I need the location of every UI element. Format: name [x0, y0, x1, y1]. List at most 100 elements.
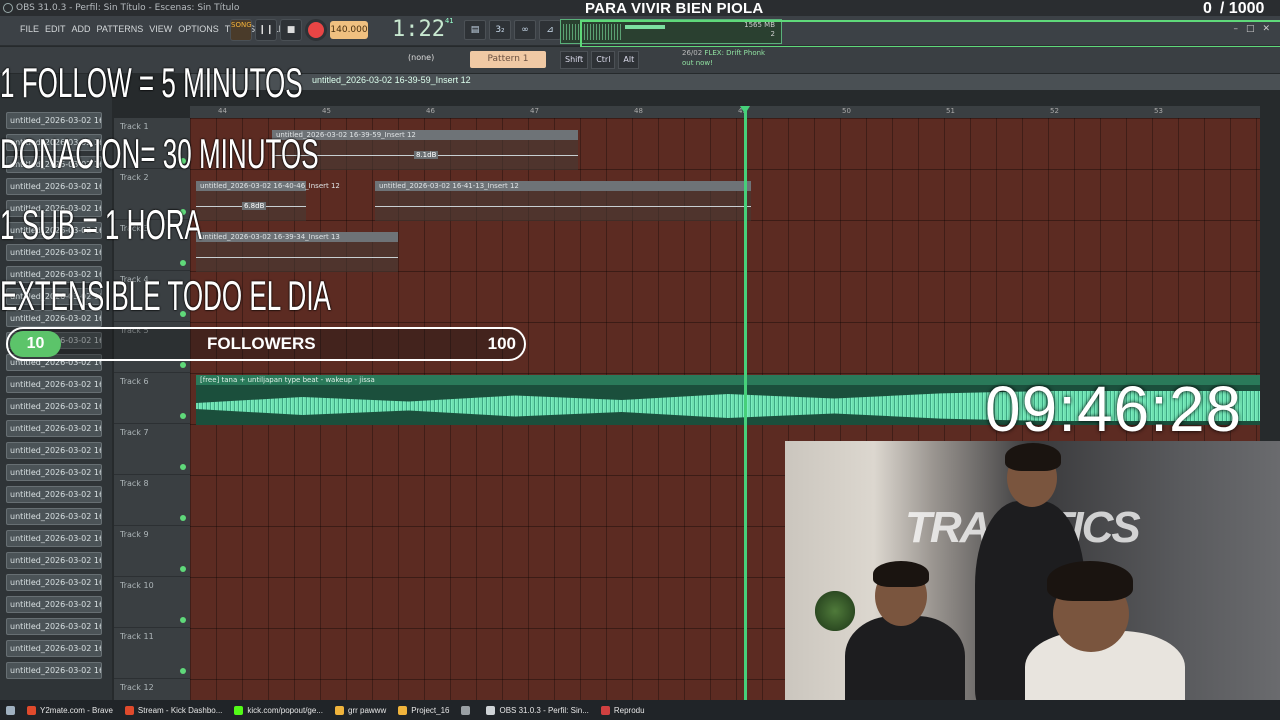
- track-header[interactable]: Track 6: [114, 373, 190, 424]
- obs-icon: [3, 3, 13, 13]
- record-button[interactable]: [305, 19, 327, 41]
- track-enable-icon[interactable]: [180, 362, 186, 368]
- track-header[interactable]: Track 8: [114, 475, 190, 526]
- track-enable-icon[interactable]: [180, 617, 186, 623]
- browser-file-item[interactable]: untitled_2026-03-02 16-...: [6, 662, 102, 679]
- browser-file-item[interactable]: untitled_2026-03-02 16-...: [6, 530, 102, 547]
- app-icon: [486, 705, 496, 715]
- track-header[interactable]: Track 10: [114, 577, 190, 628]
- browser-file-item[interactable]: untitled_2026-03-02 16-...: [6, 596, 102, 613]
- taskbar-label: Y2mate.com - Brave: [40, 705, 113, 715]
- browser-file-item[interactable]: untitled_2026-03-02 16-...: [6, 398, 102, 415]
- track-enable-icon[interactable]: [180, 464, 186, 470]
- browser-file-item[interactable]: untitled_2026-03-02 16-...: [6, 486, 102, 503]
- stop-button[interactable]: ■: [280, 19, 302, 41]
- track-label: Track 6: [120, 377, 149, 386]
- menu-item[interactable]: PATTERNS: [97, 24, 144, 34]
- browser-file-item[interactable]: untitled_2026-03-02 16-...: [6, 574, 102, 591]
- taskbar-item[interactable]: Stream - Kick Dashbo...: [119, 700, 228, 720]
- browser-file-item[interactable]: untitled_2026-03-02 16-...: [6, 508, 102, 525]
- taskbar-item[interactable]: [455, 700, 480, 720]
- overlay-line: EXTENSIBLE TODO EL DIA: [0, 272, 331, 319]
- track-enable-icon[interactable]: [180, 515, 186, 521]
- track-enable-icon[interactable]: [180, 260, 186, 266]
- menu-item[interactable]: VIEW: [149, 24, 172, 34]
- pattern-select[interactable]: Pattern 1: [470, 51, 546, 68]
- transport: SONG ❙❙ ■ 140.000: [230, 19, 368, 41]
- time-sub: 41: [444, 17, 454, 25]
- time-main: 1:22: [392, 17, 445, 42]
- clip-name: untitled_2026-03-02 16-39-34_Insert 13: [200, 233, 340, 241]
- playhead[interactable]: [744, 110, 747, 700]
- browser-file-item[interactable]: untitled_2026-03-02 16-...: [6, 376, 102, 393]
- track-label: Track 12: [120, 683, 154, 692]
- person: [845, 616, 965, 700]
- browser-file-item[interactable]: untitled_2026-03-02 16-...: [6, 112, 102, 129]
- browser-file-item[interactable]: untitled_2026-03-02 16-...: [6, 464, 102, 481]
- ruler-tick-label: 51: [946, 107, 955, 115]
- clip-name: untitled_2026-03-02 16-40-46_Insert 12: [200, 182, 340, 190]
- app-icon: [600, 705, 610, 715]
- taskbar-item[interactable]: kick.com/popout/ge...: [228, 700, 329, 720]
- track-enable-icon[interactable]: [180, 668, 186, 674]
- track-header[interactable]: Track 7: [114, 424, 190, 475]
- ruler-tick-label: 46: [426, 107, 435, 115]
- piano-roll-icon[interactable]: ▤: [464, 20, 486, 40]
- track-label: Track 9: [120, 530, 149, 539]
- browser-file-item[interactable]: untitled_2026-03-02 16-...: [6, 178, 102, 195]
- menu-item[interactable]: OPTIONS: [178, 24, 219, 34]
- taskbar-item[interactable]: Y2mate.com - Brave: [21, 700, 119, 720]
- play-button[interactable]: ❙❙: [255, 19, 277, 41]
- track-enable-icon[interactable]: [180, 566, 186, 572]
- channel-select[interactable]: (none): [408, 53, 434, 62]
- track-header[interactable]: Track 11: [114, 628, 190, 679]
- person-hair: [1047, 561, 1133, 601]
- track-label: Track 10: [120, 581, 154, 590]
- hint-highlight: [580, 20, 1280, 48]
- app-icon: [234, 705, 244, 715]
- browser-file-item[interactable]: untitled_2026-03-02 16-...: [6, 420, 102, 437]
- browser-file-item[interactable]: untitled_2026-03-02 16-...: [6, 552, 102, 569]
- song-mode-button[interactable]: SONG: [230, 19, 252, 41]
- clip-waveform: [375, 206, 751, 207]
- follower-goal-fill: 10: [10, 331, 61, 357]
- taskbar-item[interactable]: OBS 31.0.3 - Perfil: Sin...: [480, 700, 594, 720]
- menu-item[interactable]: EDIT: [45, 24, 66, 34]
- timeline-ruler[interactable]: 44 45 46 47 48 49 50 51 52 53: [190, 106, 1260, 118]
- browser-file-item[interactable]: untitled_2026-03-02 16-...: [6, 640, 102, 657]
- taskbar-item[interactable]: grr pawww: [329, 700, 392, 720]
- modifier-key[interactable]: Alt: [618, 51, 640, 69]
- news-panel[interactable]: 26/02 FLEX: Drift Phonk out now!: [682, 48, 765, 68]
- screen: OBS 31.0.3 - Perfil: Sin Título - Escena…: [0, 0, 1280, 720]
- browser-file-item[interactable]: untitled_2026-03-02 16-...: [6, 618, 102, 635]
- menu-item[interactable]: FILE: [20, 24, 39, 34]
- step-icon[interactable]: 3₂: [489, 20, 511, 40]
- clip[interactable]: untitled_2026-03-02 16-40-46_Insert 12 6…: [196, 181, 340, 221]
- clip[interactable]: untitled_2026-03-02 16-39-34_Insert 13: [196, 232, 398, 272]
- track-header[interactable]: Track 9: [114, 526, 190, 577]
- taskbar-label: kick.com/popout/ge...: [247, 705, 323, 715]
- app-icon: [398, 705, 408, 715]
- modifier-key[interactable]: Ctrl: [591, 51, 616, 69]
- app-icon: [461, 705, 471, 715]
- app-icon: [124, 705, 134, 715]
- track-enable-icon[interactable]: [180, 413, 186, 419]
- overlay-line: 1 SUB = 1 HORA: [0, 201, 202, 248]
- modifier-key[interactable]: Shift: [560, 51, 589, 69]
- clip[interactable]: untitled_2026-03-02 16-41-13_Insert 12: [375, 181, 751, 221]
- start-icon[interactable]: [0, 700, 21, 720]
- menu-item[interactable]: ADD: [72, 24, 91, 34]
- bpm-display[interactable]: 140.000: [330, 21, 368, 39]
- metronome-icon[interactable]: ⊿: [539, 20, 561, 40]
- overlay-line: 1 FOLLOW = 5 MINUTOS: [0, 59, 303, 106]
- browser-file-item[interactable]: untitled_2026-03-02 16-...: [6, 442, 102, 459]
- webcam-feed: TRASHTICS: [785, 441, 1280, 700]
- playhead-marker[interactable]: [740, 106, 750, 114]
- app-icon: [27, 705, 36, 715]
- taskbar-item[interactable]: Reprodu: [595, 700, 651, 720]
- goal-total: / 1000: [1219, 0, 1265, 17]
- plant: [815, 591, 855, 631]
- app-icon: [335, 705, 344, 715]
- loop-icon[interactable]: ∞: [514, 20, 536, 40]
- taskbar-item[interactable]: Project_16: [392, 700, 455, 720]
